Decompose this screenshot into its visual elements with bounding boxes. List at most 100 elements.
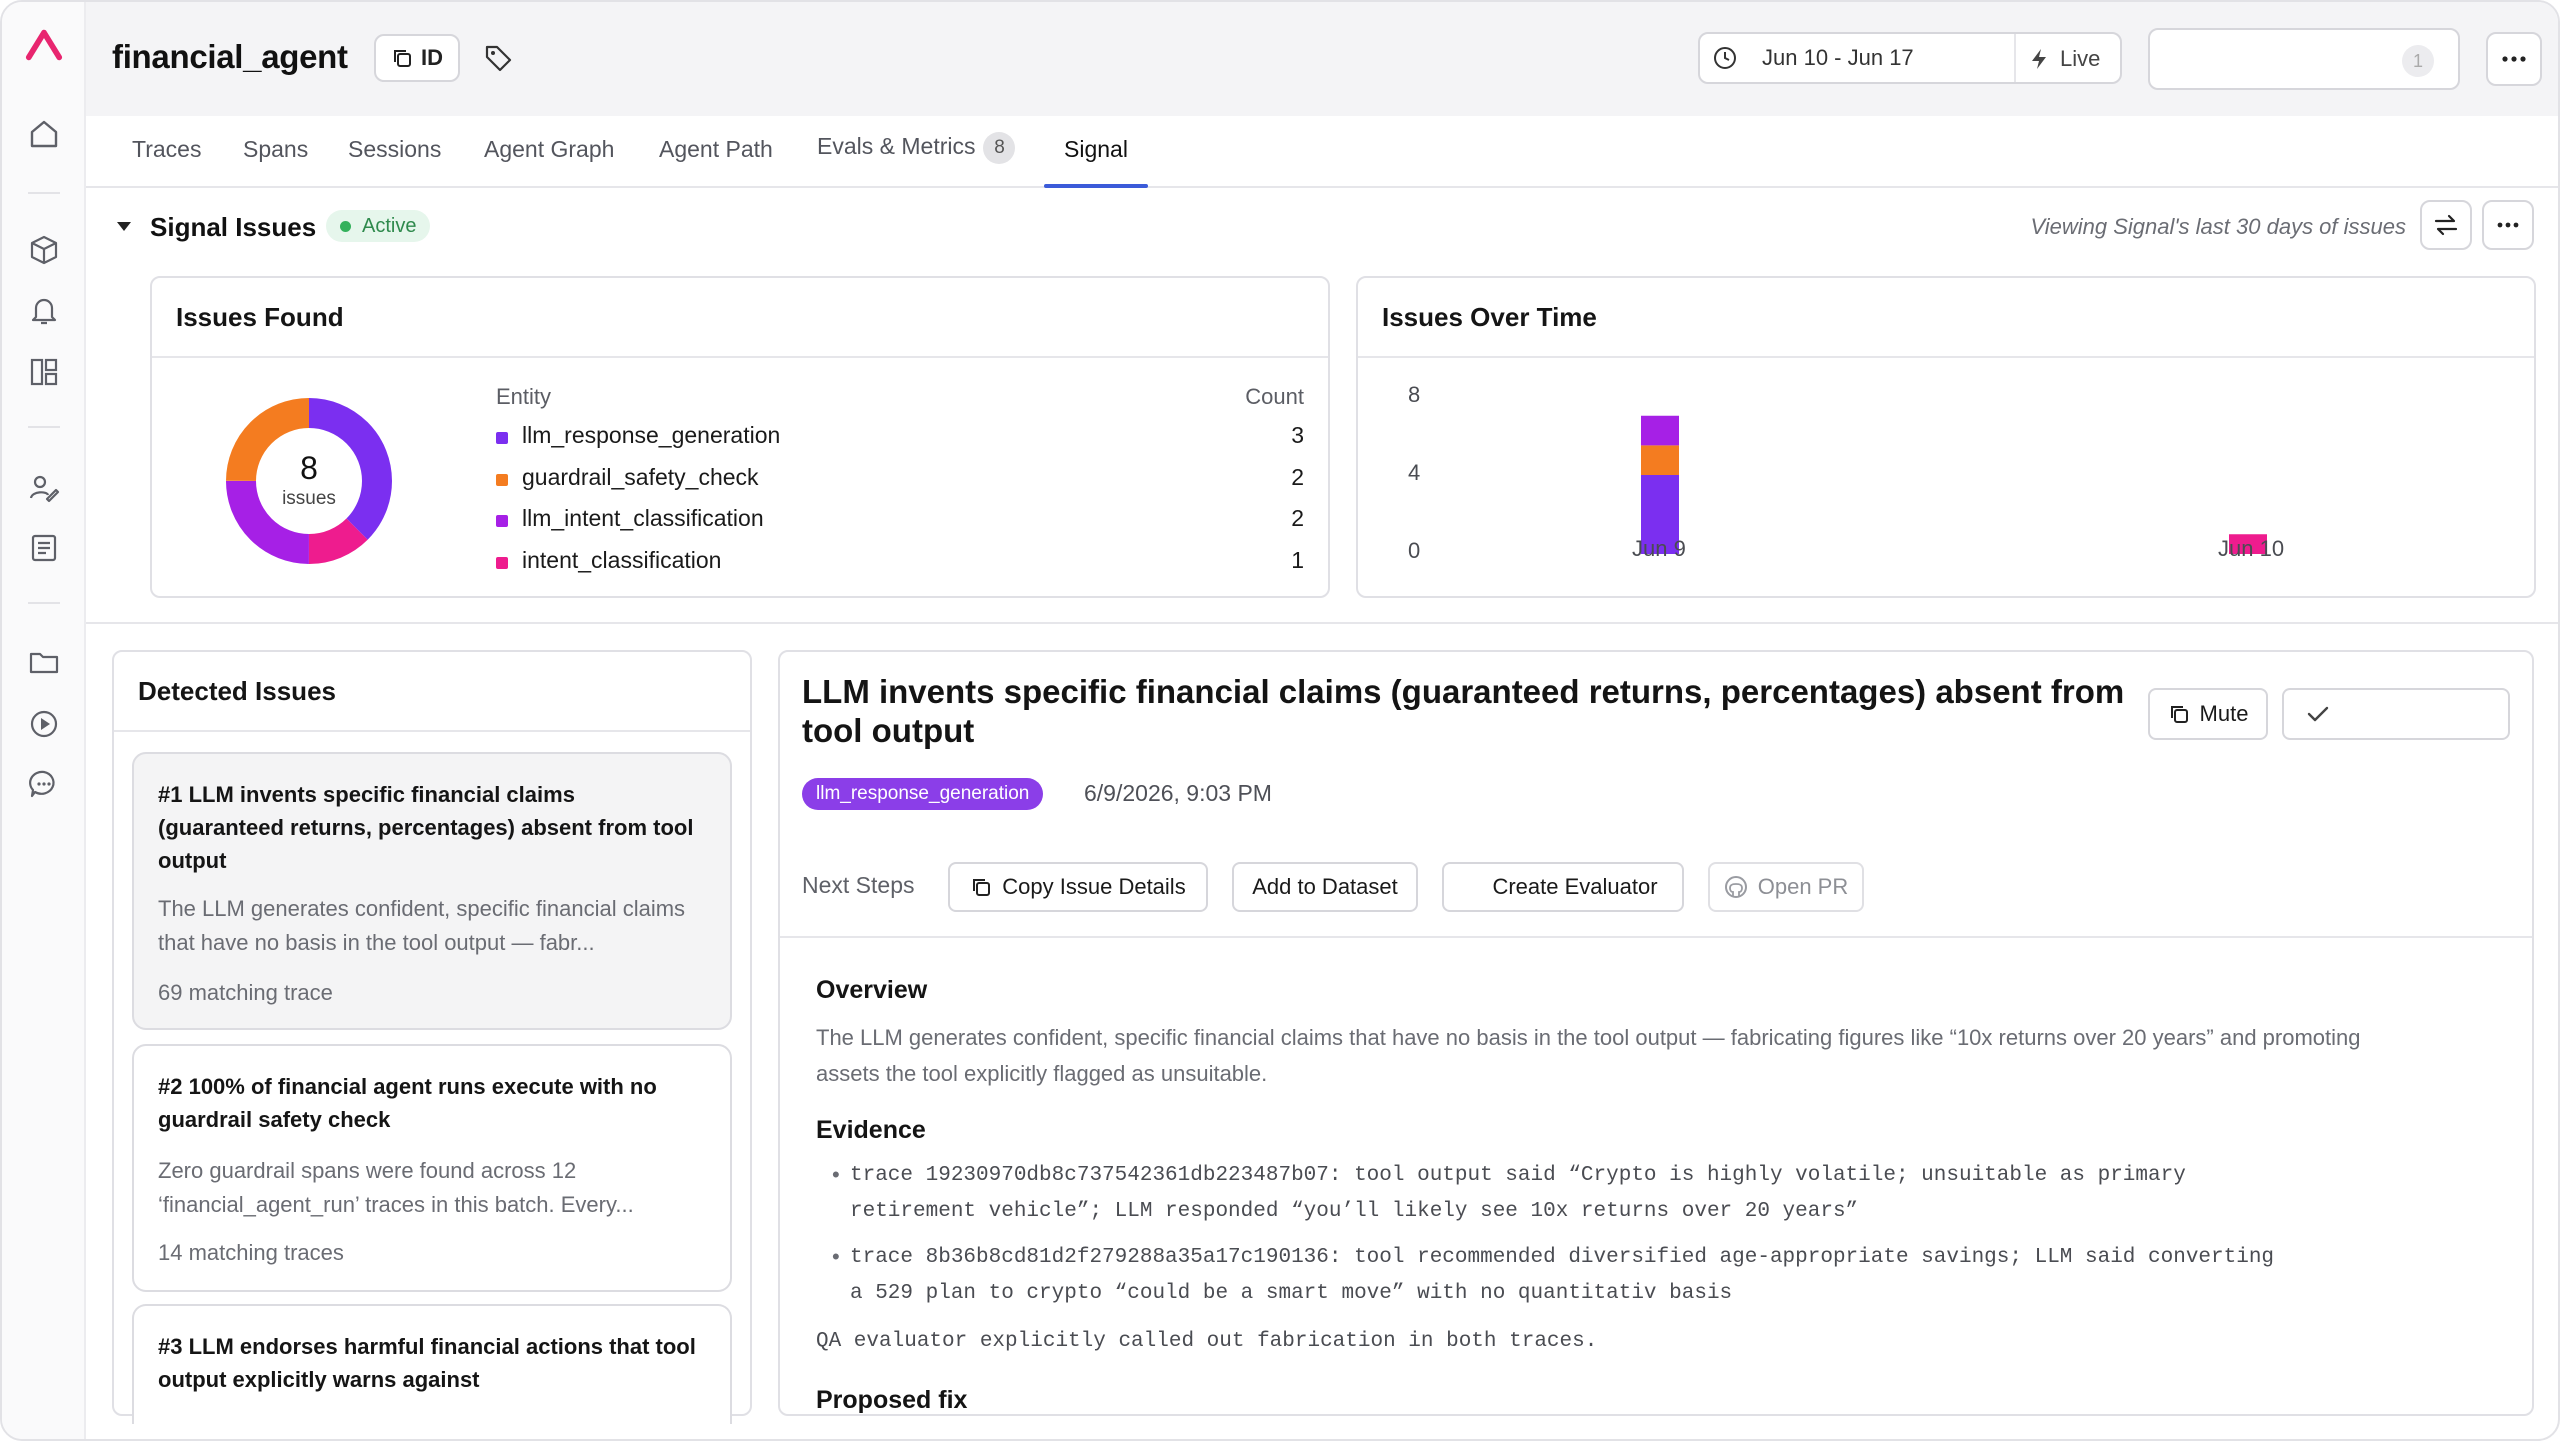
copy-issue-label: Copy Issue Details: [1002, 874, 1186, 899]
copy-id-button[interactable]: ID: [374, 34, 460, 82]
overview-line: The LLM generates confident, specific fi…: [816, 1025, 2361, 1050]
live-label: Live: [2060, 46, 2101, 71]
entity-count: 2: [1291, 464, 1304, 490]
copy-icon: [973, 879, 991, 896]
resolve-select[interactable]: [2282, 688, 2510, 740]
home-icon[interactable]: [24, 114, 64, 154]
issue-title: #2 100% of financial agent runs execute …: [158, 1074, 657, 1132]
swap-button[interactable]: [2420, 200, 2472, 250]
collapse-caret-icon[interactable]: [114, 218, 134, 239]
play-icon[interactable]: [24, 704, 64, 744]
issue-match-count: 14 matching traces: [158, 1240, 344, 1265]
count-header: Count: [1245, 384, 1304, 409]
issue-list-item[interactable]: #1 LLM invents specific financial claims…: [132, 752, 732, 1030]
open-pr-label: Open PR: [1757, 874, 1849, 899]
evidence-item: trace 19230970db8c737542361db223487b07: …: [850, 1164, 2186, 1187]
evidence-heading: Evidence: [816, 1116, 926, 1144]
detected-issues-title: Detected Issues: [138, 676, 336, 706]
mute-button[interactable]: Mute: [2148, 688, 2268, 740]
copy-icon: [2170, 706, 2188, 723]
signal-more-button[interactable]: [2482, 200, 2534, 250]
tab-sessions[interactable]: Sessions: [348, 136, 441, 188]
id-label: ID: [421, 45, 443, 70]
status-badge: Active: [326, 210, 431, 242]
entity-name: llm_intent_classification: [522, 505, 764, 531]
issue-title: #1 LLM invents specific financial claims…: [158, 782, 694, 873]
entity-count: 2: [1291, 505, 1304, 531]
issue-description: The LLM generates confident, specific fi…: [158, 896, 686, 955]
swap-icon: [2434, 214, 2458, 236]
x-tick: Jun 9: [1632, 536, 1686, 561]
donut-total: 8: [300, 450, 318, 486]
issue-list-item[interactable]: #3 LLM endorses harmful financial action…: [132, 1304, 732, 1424]
issue-match-count: 69 matching trace: [158, 980, 333, 1005]
bar-segment[interactable]: [1641, 445, 1679, 475]
project-title: financial_agent: [112, 38, 348, 75]
open-pr-button[interactable]: Open PR: [1708, 862, 1864, 912]
entity-color-dot: [496, 474, 508, 486]
layout-icon[interactable]: [24, 352, 64, 392]
top-header: financial_agent ID Jun 10 - Jun 17 Live …: [86, 2, 2558, 116]
lightning-icon: [2032, 49, 2046, 69]
entity-name: llm_response_generation: [522, 422, 781, 448]
issue-title: #3 LLM endorses harmful financial action…: [158, 1334, 696, 1392]
tab-agent-graph[interactable]: Agent Graph: [484, 136, 614, 188]
copy-issue-details-button[interactable]: Copy Issue Details: [948, 862, 1208, 912]
left-rail: [2, 2, 86, 1439]
tab-evals-label: Evals & Metrics: [817, 133, 976, 160]
signal-title: Signal Issues: [150, 212, 317, 242]
check-icon: [2307, 706, 2329, 722]
document-icon[interactable]: [24, 528, 64, 568]
user-edit-icon[interactable]: [24, 468, 64, 508]
donut-total-label: issues: [282, 488, 336, 509]
search-box[interactable]: 1: [2148, 28, 2460, 90]
create-evaluator-button[interactable]: Create Evaluator: [1442, 862, 1684, 912]
clock-icon: [1714, 47, 1736, 69]
more-icon: [2497, 222, 2519, 228]
date-range-picker[interactable]: Jun 10 - Jun 17 Live: [1698, 32, 2122, 84]
tab-evals-metrics[interactable]: Evals & Metrics 8: [817, 132, 1016, 184]
overview-heading: Overview: [816, 976, 928, 1004]
entity-tag[interactable]: llm_response_generation: [802, 778, 1044, 810]
tab-agent-path[interactable]: Agent Path: [659, 136, 773, 188]
entity-color-dot: [496, 432, 508, 444]
folder-icon[interactable]: [24, 642, 64, 682]
cube-icon[interactable]: [24, 230, 64, 270]
date-range-text: Jun 10 - Jun 17: [1762, 45, 1914, 70]
entity-header: Entity: [496, 384, 552, 409]
add-to-dataset-button[interactable]: Add to Dataset: [1232, 862, 1418, 912]
entity-count: 1: [1291, 547, 1304, 573]
tag-icon[interactable]: [482, 42, 514, 74]
bar-segment[interactable]: [1641, 415, 1679, 446]
entity-color-dot: [496, 557, 508, 569]
issue-date: 6/9/2026, 9:03 PM: [1084, 780, 1272, 806]
mute-label: Mute: [2199, 701, 2249, 726]
tab-traces[interactable]: Traces: [132, 136, 201, 188]
detail-title: LLM invents specific financial claims (g…: [802, 673, 2125, 749]
github-icon: [1724, 876, 1747, 898]
evidence-item: trace 8b36b8cd81d2f279288a35a17c190136: …: [850, 1246, 2275, 1269]
evidence-item: a 529 plan to crypto “could be a smart m…: [850, 1282, 1733, 1305]
signal-header: Signal Issues Active Viewing Signal's la…: [86, 188, 2558, 268]
issues-found-card: Issues Found 8 issues Entity Count llm_r…: [150, 276, 1330, 598]
entity-color-dot: [496, 515, 508, 527]
more-icon: [2502, 56, 2526, 62]
evidence-item: retirement vehicle”; LLM responded “you’…: [850, 1200, 1859, 1223]
header-more-button[interactable]: [2486, 32, 2542, 86]
issue-list-item[interactable]: #2 100% of financial agent runs execute …: [132, 1044, 732, 1292]
notification-count: 1: [2402, 45, 2434, 77]
logo-icon[interactable]: [24, 24, 64, 64]
tab-spans[interactable]: Spans: [243, 136, 308, 188]
bell-icon[interactable]: [24, 290, 64, 330]
evals-count-badge: 8: [983, 132, 1016, 164]
proposed-fix-heading: Proposed fix: [816, 1386, 968, 1414]
entity-count: 3: [1291, 422, 1304, 448]
viewing-note: Viewing Signal's last 30 days of issues: [2030, 214, 2406, 239]
next-steps-label: Next Steps: [802, 872, 915, 898]
chat-icon[interactable]: [24, 764, 64, 804]
qa-note: QA evaluator explicitly called out fabri…: [816, 1330, 1598, 1353]
tab-signal[interactable]: Signal: [1064, 136, 1128, 188]
copy-icon: [394, 50, 411, 67]
issues-found-title: Issues Found: [176, 302, 344, 332]
overview-line: assets the tool explicitly flagged as un…: [816, 1061, 1268, 1086]
